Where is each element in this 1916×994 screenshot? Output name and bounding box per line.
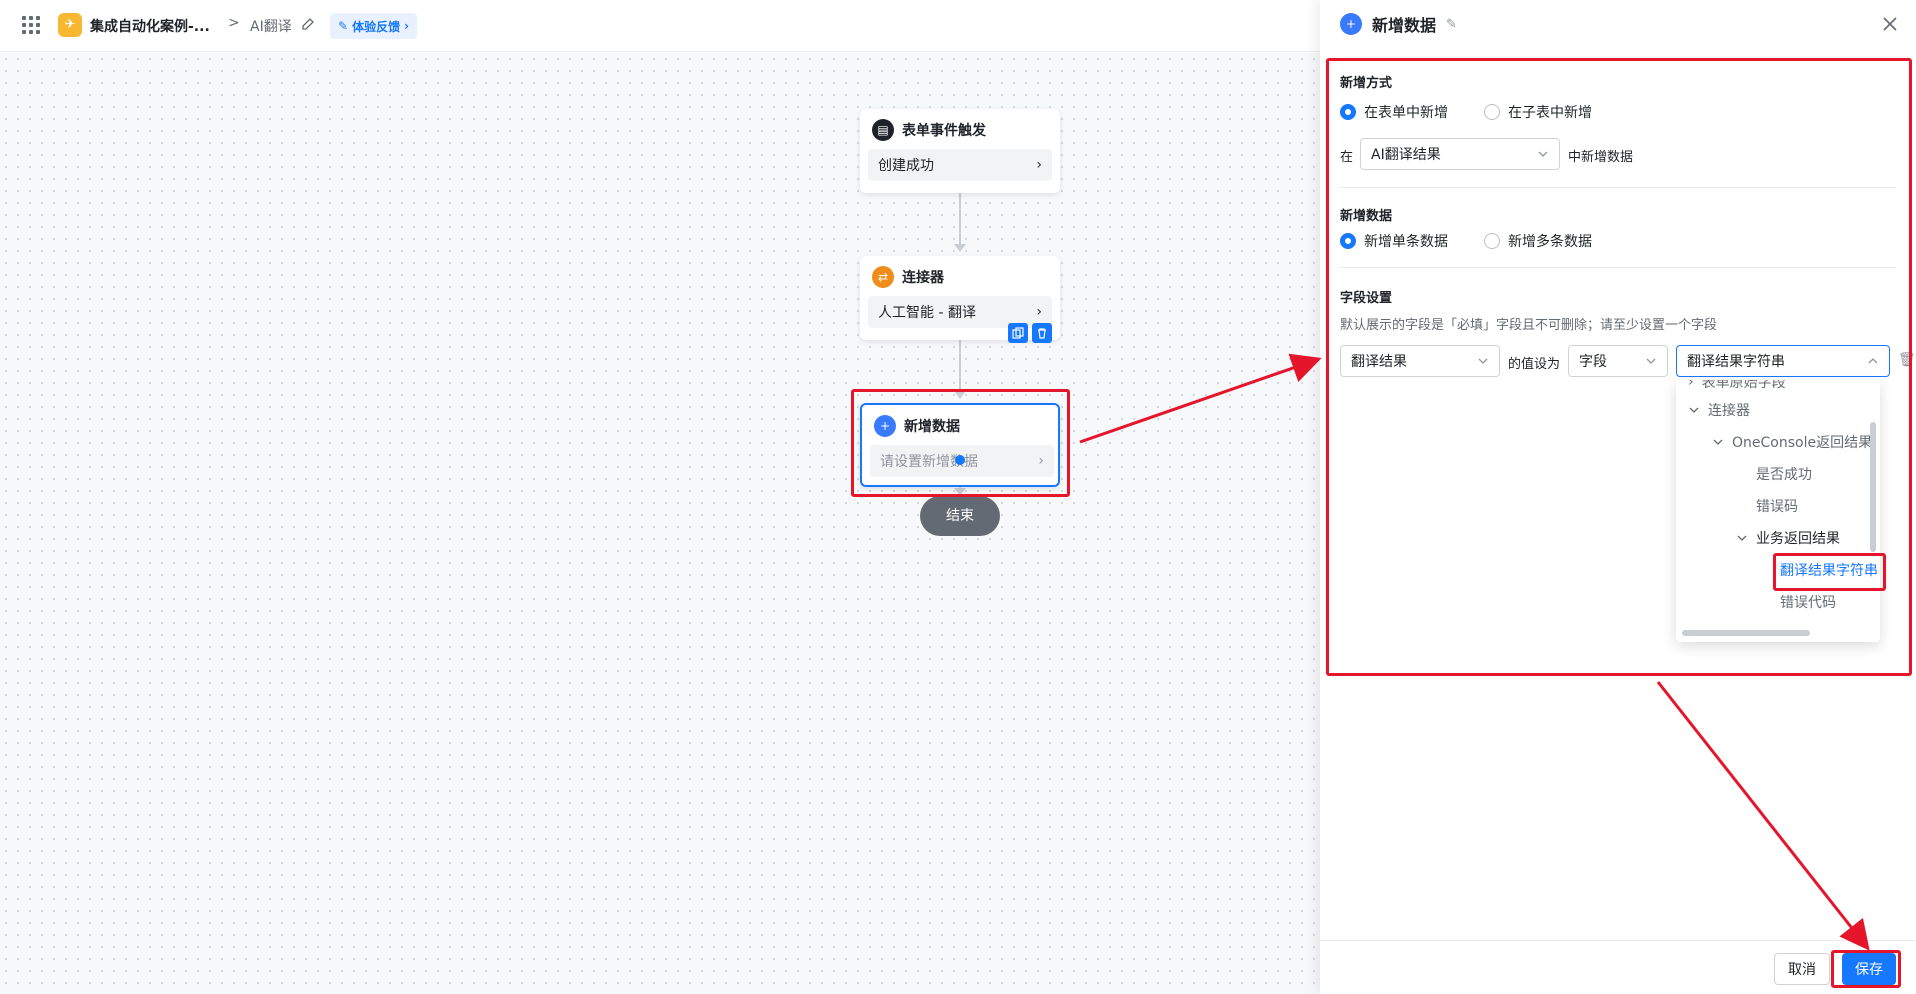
app-name[interactable]: 集成自动化案例-...: [90, 16, 210, 36]
cancel-button[interactable]: 取消: [1774, 953, 1830, 985]
trigger-node[interactable]: ▤ 表单事件触发 创建成功 ›: [860, 109, 1060, 193]
connector-arrow: [954, 244, 966, 252]
annotation-box-save: [1831, 950, 1901, 988]
node-title: 连接器: [902, 270, 944, 286]
connector-line: [959, 340, 961, 395]
chevron-right-icon: ›: [1036, 304, 1042, 320]
delete-icon[interactable]: [1032, 323, 1052, 343]
chevron-right-icon: ›: [1036, 157, 1042, 173]
panel-footer: 取消 保存: [1320, 940, 1916, 994]
edit-icon[interactable]: [300, 16, 316, 32]
node-toolbar: [1008, 323, 1052, 343]
feedback-icon: ✎: [338, 19, 349, 33]
annotation-box-tree-item: [1773, 553, 1886, 591]
plus-icon: +: [1340, 13, 1362, 35]
node-value[interactable]: 创建成功 ›: [868, 149, 1052, 181]
node-value-text: 创建成功: [878, 158, 934, 174]
node-value-text: 人工智能 - 翻译: [878, 305, 976, 321]
feedback-button[interactable]: ✎ 体验反馈 ›: [330, 13, 418, 39]
top-bar: ✈ 集成自动化案例-... > AI翻译 ✎ 体验反馈 ›: [0, 0, 1320, 52]
connector-icon: ⇄: [872, 266, 894, 288]
apps-grid-icon[interactable]: [22, 16, 40, 34]
close-icon[interactable]: [1880, 14, 1900, 34]
chevron-right-icon: ›: [404, 19, 410, 33]
node-title: 表单事件触发: [902, 123, 986, 139]
feedback-label: 体验反馈: [352, 19, 401, 34]
copy-icon[interactable]: [1008, 323, 1028, 343]
end-node: 结束: [920, 496, 1000, 536]
breadcrumb-separator: >: [228, 15, 240, 31]
panel-title: 新增数据: [1372, 16, 1437, 35]
page-name: AI翻译: [250, 19, 292, 35]
flow-canvas[interactable]: [0, 53, 1320, 994]
app-logo-icon: ✈: [58, 13, 82, 37]
annotation-box-node: [851, 389, 1070, 497]
document-icon: ▤: [872, 119, 894, 141]
edit-title-icon[interactable]: ✎: [1446, 17, 1457, 32]
connector-line: [959, 193, 961, 248]
